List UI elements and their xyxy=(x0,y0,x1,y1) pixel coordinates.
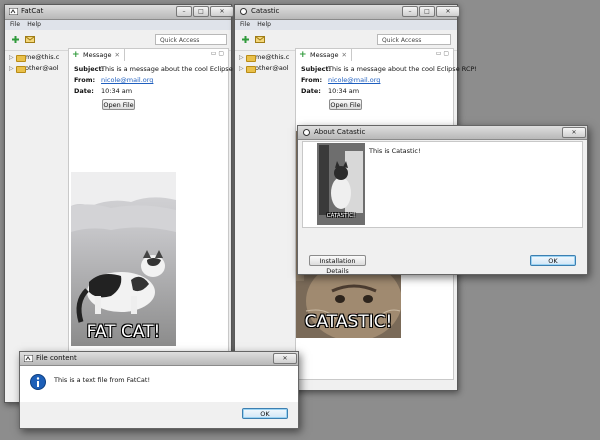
new-message-icon[interactable] xyxy=(11,35,20,44)
minimize-icon[interactable]: – xyxy=(176,6,192,17)
account-tree: ▷ me@this.c ▷ other@aol xyxy=(237,52,297,74)
quick-access-field[interactable]: Quick Access xyxy=(377,34,451,45)
open-file-button[interactable]: Open File xyxy=(329,99,362,110)
folder-icon xyxy=(246,66,256,73)
window-title: Catastic xyxy=(251,7,280,15)
open-file-button[interactable]: Open File xyxy=(102,99,135,110)
menu-help[interactable]: Help xyxy=(257,20,271,30)
dialog-title: About Catastic xyxy=(314,128,366,136)
folder-icon xyxy=(16,66,26,73)
message-panel: + Message ✕ ▭ ▢ Subject:This is a message … xyxy=(68,48,250,390)
menu-bar: File Help xyxy=(5,20,231,30)
close-icon[interactable]: ✕ xyxy=(115,51,120,59)
file-content-dialog: File content ✕ This is a text file from … xyxy=(19,351,299,429)
about-thumbnail: CATASTIC! xyxy=(317,143,365,225)
from-row: From: nicole@mail.org xyxy=(74,76,154,84)
dialog-title-bar[interactable]: About Catastic ✕ xyxy=(298,126,587,140)
close-icon[interactable]: ✕ xyxy=(273,353,297,364)
dialog-title-bar[interactable]: File content ✕ xyxy=(20,352,298,366)
tree-item-account-2[interactable]: ▷ other@aol xyxy=(237,63,297,74)
app-icon xyxy=(240,8,247,15)
fatcat-window: FatCat – □ ✕ File Help Quick Access ▷ me@… xyxy=(4,4,250,403)
info-icon xyxy=(30,374,46,390)
panel-controls[interactable]: ▭ ▢ xyxy=(211,50,224,57)
menu-help[interactable]: Help xyxy=(27,20,41,30)
tree-item-account-1[interactable]: ▷ me@this.c xyxy=(7,52,67,63)
date-row: Date: 10:34 am xyxy=(301,87,360,95)
subject-row: Subject:This is a message about the cool… xyxy=(301,65,478,73)
close-icon[interactable]: ✕ xyxy=(342,51,347,59)
tree-item-account-1[interactable]: ▷ me@this.c xyxy=(237,52,297,63)
window-title: FatCat xyxy=(21,7,44,15)
about-dialog: About Catastic ✕ CATASTIC! This is Catas… xyxy=(297,125,588,275)
subject-value: This is a message about the cool Eclipse… xyxy=(101,65,251,73)
subject-row: Subject:This is a message about the cool… xyxy=(74,65,251,73)
about-text: This is Catastic! xyxy=(369,147,421,155)
ok-button[interactable]: OK xyxy=(242,408,288,419)
app-icon xyxy=(303,129,310,136)
subject-value: This is a message about the cool Eclipse… xyxy=(328,65,478,73)
menu-file[interactable]: File xyxy=(10,20,20,30)
account-tree: ▷ me@this.c ▷ other@aol xyxy=(7,52,67,74)
from-link[interactable]: nicole@mail.org xyxy=(328,76,380,84)
app-icon xyxy=(9,8,18,15)
close-icon[interactable]: ✕ xyxy=(436,6,460,17)
tab-message[interactable]: + Message ✕ xyxy=(296,49,352,61)
file-content-message: This is a text file from FatCat! xyxy=(54,376,151,384)
envelope-icon[interactable] xyxy=(25,36,35,43)
menu-bar: File Help xyxy=(235,20,457,30)
ok-button[interactable]: OK xyxy=(530,255,576,266)
date-row: Date: 10:34 am xyxy=(74,87,133,95)
tree-item-account-2[interactable]: ▷ other@aol xyxy=(7,63,67,74)
close-icon[interactable]: ✕ xyxy=(562,127,586,138)
date-value: 10:34 am xyxy=(101,87,133,95)
maximize-icon[interactable]: □ xyxy=(193,6,209,17)
file-content-body: This is a text file from FatCat! xyxy=(20,366,298,402)
minimize-icon[interactable]: – xyxy=(402,6,418,17)
about-content: CATASTIC! This is Catastic! xyxy=(302,141,583,228)
tab-message[interactable]: + Message ✕ xyxy=(69,49,125,61)
maximize-icon[interactable]: □ xyxy=(419,6,435,17)
message-icon: + xyxy=(72,50,80,60)
date-value: 10:34 am xyxy=(328,87,360,95)
close-icon[interactable]: ✕ xyxy=(210,6,234,17)
title-bar[interactable]: Catastic – □ ✕ xyxy=(235,5,460,20)
new-message-icon[interactable] xyxy=(241,35,250,44)
envelope-icon[interactable] xyxy=(255,36,265,43)
quick-access-field[interactable]: Quick Access xyxy=(155,34,227,45)
app-icon xyxy=(24,355,33,362)
from-row: From: nicole@mail.org xyxy=(301,76,381,84)
catastic-caption: CATASTIC! xyxy=(304,312,393,332)
from-link[interactable]: nicole@mail.org xyxy=(101,76,153,84)
installation-details-button[interactable]: Installation Details xyxy=(309,255,366,275)
about-thumbnail-caption: CATASTIC! xyxy=(326,213,356,219)
dialog-title: File content xyxy=(36,354,77,362)
title-bar[interactable]: FatCat – □ ✕ xyxy=(5,5,234,20)
folder-icon xyxy=(246,55,256,62)
fat-cat-image: FAT CAT! xyxy=(71,172,176,346)
menu-file[interactable]: File xyxy=(240,20,250,30)
fat-cat-caption: FAT CAT! xyxy=(86,322,161,342)
message-icon: + xyxy=(299,50,307,60)
panel-controls[interactable]: ▭ ▢ xyxy=(436,50,449,57)
folder-icon xyxy=(16,55,26,62)
